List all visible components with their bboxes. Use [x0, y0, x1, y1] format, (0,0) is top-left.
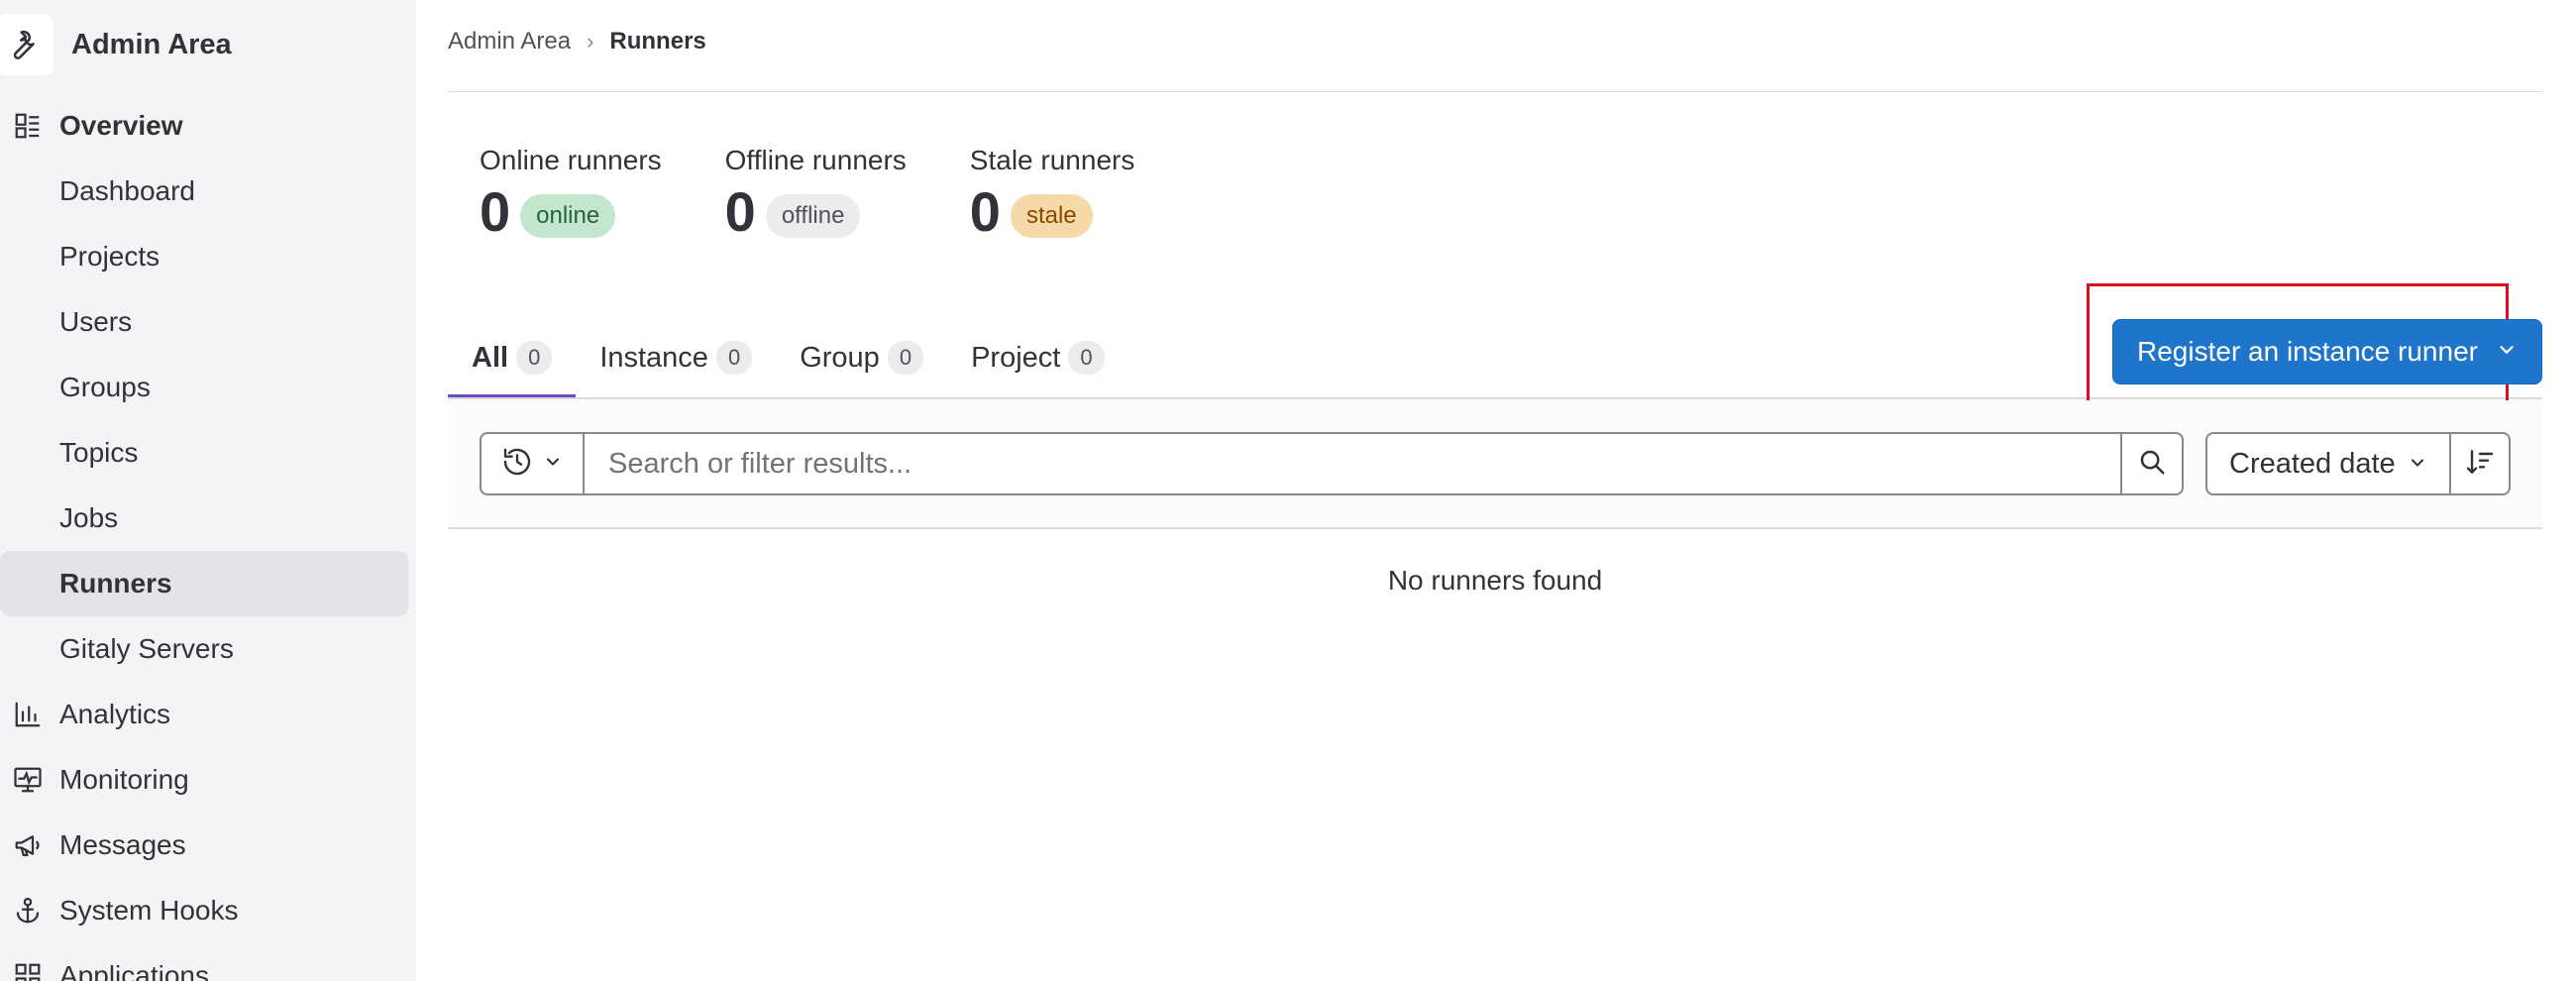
- sidebar-item-label: Runners: [59, 568, 172, 599]
- chevron-down-icon: [2496, 336, 2518, 368]
- sidebar-item-runners[interactable]: Runners: [0, 551, 408, 616]
- sort-field-dropdown[interactable]: Created date: [2205, 432, 2451, 495]
- search-input[interactable]: [583, 432, 2122, 495]
- sidebar-item-label: Groups: [59, 372, 151, 402]
- sidebar-item-dashboard[interactable]: Dashboard: [0, 159, 416, 224]
- status-badge-offline: offline: [765, 194, 861, 238]
- megaphone-icon: [12, 829, 44, 861]
- sidebar-item-label: Applications: [59, 960, 209, 981]
- register-instance-runner-button[interactable]: Register an instance runner: [2112, 319, 2542, 384]
- main-content: Admin Area › Runners Online runners 0 on…: [448, 0, 2542, 981]
- stat-label: Offline runners: [724, 145, 907, 175]
- sidebar-item-label: Users: [59, 306, 133, 337]
- applications-icon: [12, 960, 44, 981]
- chevron-down-icon: [2408, 448, 2427, 481]
- sidebar-item-jobs[interactable]: Jobs: [0, 486, 416, 551]
- search-history-button[interactable]: [480, 432, 583, 495]
- stat-label: Online runners: [480, 145, 662, 175]
- sidebar-item-applications[interactable]: Applications: [0, 943, 416, 981]
- stat-count: 0: [969, 180, 1001, 243]
- sidebar-header: Admin Area: [0, 10, 416, 79]
- sidebar-item-monitoring[interactable]: Monitoring: [0, 747, 416, 813]
- sidebar-item-users[interactable]: Users: [0, 289, 416, 355]
- tab-count-badge: 0: [715, 341, 753, 375]
- sidebar-title[interactable]: Admin Area: [71, 29, 232, 61]
- sidebar-nav: Overview Dashboard Projects Users Groups…: [0, 93, 416, 981]
- tab-instance[interactable]: Instance 0: [576, 317, 776, 398]
- runner-type-tabs: All 0 Instance 0 Group 0 Project 0: [448, 317, 1128, 398]
- stat-offline-runners: Offline runners 0 offline: [725, 145, 907, 242]
- sidebar-item-label: Jobs: [59, 502, 119, 533]
- sort-field-label: Created date: [2229, 447, 2396, 480]
- sidebar-item-label: Overview: [59, 110, 183, 141]
- sidebar-item-label: Gitaly Servers: [59, 633, 234, 664]
- anchor-icon: [12, 895, 44, 926]
- sidebar-item-label: Projects: [59, 241, 161, 272]
- page-edge: [2550, 0, 2576, 981]
- sidebar-item-groups[interactable]: Groups: [0, 355, 416, 420]
- sidebar-item-analytics[interactable]: Analytics: [0, 682, 416, 747]
- sidebar-item-topics[interactable]: Topics: [0, 420, 416, 486]
- breadcrumb-current[interactable]: Runners: [609, 28, 705, 55]
- sidebar: Admin Area Overview Dashboard Projects U…: [0, 0, 416, 981]
- tab-label: Project: [971, 341, 1061, 374]
- sidebar-item-label: Dashboard: [59, 175, 195, 206]
- runner-stats: Online runners 0 online Offline runners …: [480, 145, 1198, 242]
- stat-stale-runners: Stale runners 0 stale: [970, 145, 1135, 242]
- status-badge-online: online: [520, 194, 616, 238]
- overview-icon: [12, 110, 44, 142]
- sort-lowest-icon: [2464, 446, 2496, 483]
- breadcrumb-separator: ›: [587, 29, 594, 54]
- breadcrumb-divider: [448, 91, 2542, 92]
- tab-label: Instance: [599, 341, 708, 374]
- search-button[interactable]: [2122, 432, 2184, 495]
- tab-count-badge: 0: [1068, 341, 1105, 375]
- sidebar-item-projects[interactable]: Projects: [0, 224, 416, 289]
- sidebar-item-system-hooks[interactable]: System Hooks: [0, 878, 416, 943]
- sidebar-item-label: Topics: [59, 437, 139, 468]
- history-icon: [501, 446, 533, 483]
- tab-group[interactable]: Group 0: [776, 317, 947, 398]
- sidebar-item-label: System Hooks: [59, 895, 239, 926]
- monitor-icon: [12, 764, 44, 796]
- breadcrumb-admin-area-link[interactable]: Admin Area: [448, 28, 571, 55]
- tab-all[interactable]: All 0: [448, 317, 577, 398]
- filter-bar: Created date: [448, 400, 2542, 529]
- tab-label: All: [472, 341, 509, 374]
- sidebar-item-overview[interactable]: Overview: [0, 93, 416, 159]
- sidebar-item-messages[interactable]: Messages: [0, 813, 416, 878]
- tab-count-badge: 0: [516, 341, 553, 375]
- empty-state-message: No runners found: [1387, 565, 1603, 596]
- tab-label: Group: [800, 341, 880, 374]
- sidebar-item-label: Monitoring: [59, 764, 189, 795]
- tab-project[interactable]: Project 0: [947, 317, 1128, 398]
- tab-count-badge: 0: [887, 341, 924, 375]
- sidebar-item-label: Messages: [59, 829, 186, 860]
- sidebar-item-gitaly-servers[interactable]: Gitaly Servers: [0, 616, 416, 682]
- register-button-label: Register an instance runner: [2137, 336, 2478, 367]
- stat-count: 0: [724, 180, 756, 243]
- chevron-down-icon: [543, 452, 563, 477]
- search-icon: [2137, 447, 2167, 482]
- admin-wrench-icon[interactable]: [0, 14, 54, 75]
- stat-count: 0: [480, 180, 511, 243]
- status-badge-stale: stale: [1010, 194, 1093, 238]
- stat-online-runners: Online runners 0 online: [480, 145, 662, 242]
- chart-icon: [12, 699, 44, 730]
- sort-direction-button[interactable]: [2449, 432, 2511, 495]
- sidebar-item-label: Analytics: [59, 699, 171, 729]
- stat-label: Stale runners: [969, 145, 1135, 175]
- breadcrumb: Admin Area › Runners: [448, 28, 706, 55]
